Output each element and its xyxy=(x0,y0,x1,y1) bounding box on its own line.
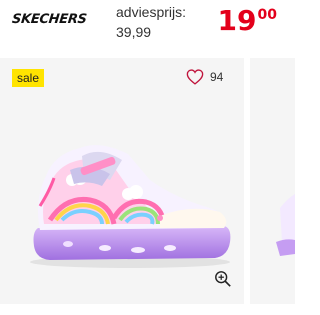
sale-badge: sale xyxy=(12,69,45,87)
product-header: SKECHERS adviesprijs: 39,99 1900 xyxy=(0,0,295,56)
heart-icon[interactable] xyxy=(186,69,204,85)
favorite-button[interactable]: 94 xyxy=(186,69,223,85)
next-product-card[interactable] xyxy=(250,58,295,304)
advies-label: adviesprijs: xyxy=(116,4,187,20)
sale-price: 1900 xyxy=(218,5,277,37)
product-image[interactable] xyxy=(10,120,240,270)
price-cents: 00 xyxy=(257,7,277,23)
zoom-icon[interactable] xyxy=(214,270,232,293)
brand-logo: SKECHERS xyxy=(11,12,88,27)
advies-price: 39,99 xyxy=(116,24,152,40)
favorites-count: 94 xyxy=(210,70,224,84)
price-main: 19 xyxy=(217,4,257,37)
product-card[interactable]: sale 94 xyxy=(0,58,244,304)
